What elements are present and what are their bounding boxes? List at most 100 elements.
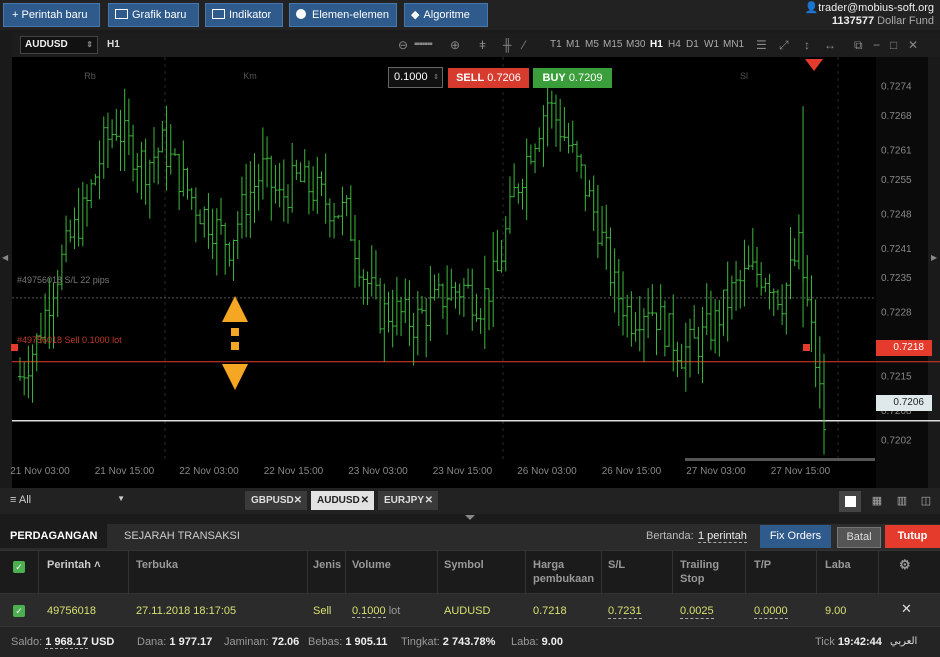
popout-icon[interactable]: ⧉	[854, 33, 863, 57]
new-chart-button[interactable]: Grafik baru	[108, 3, 199, 27]
diagonal-arrow-icon[interactable]: ⤢	[779, 33, 789, 57]
tab-history[interactable]: SEJARAH TRANSAKSI	[114, 524, 250, 548]
table-row[interactable]: ✓ 49756018 27.11.2018 18:17:05 Sell 0.10…	[0, 596, 940, 626]
candle-chart-icon[interactable]: ╫	[503, 33, 512, 57]
x-tick-label: 22 Nov 03:00	[179, 466, 239, 477]
tf-W1[interactable]: W1	[704, 33, 719, 57]
cell-volume-value[interactable]: 0.1000	[352, 605, 386, 618]
splitter-handle[interactable]	[465, 515, 475, 520]
price-chart[interactable]: 0.7274 0.7268 0.7261 0.7255 0.7248 0.7241 0.72…	[0, 57, 940, 488]
order-line-marker[interactable]	[803, 344, 810, 351]
language-selector[interactable]: العربي	[890, 635, 917, 649]
symbol-tab-audusd[interactable]: AUDUSD ✕	[311, 491, 374, 510]
close-icon[interactable]: ✕	[425, 491, 433, 510]
horizontal-arrows-icon[interactable]: ↔	[824, 33, 836, 57]
tf-H1[interactable]: H1	[650, 33, 663, 57]
saldo-value[interactable]: 1 968.17	[45, 636, 89, 649]
col-opened[interactable]: Terbuka	[136, 558, 178, 572]
tf-D1[interactable]: D1	[686, 33, 699, 57]
symbol-tab-eurjpy[interactable]: EURJPY ✕	[378, 491, 438, 510]
x-tick-label: 26 Nov 15:00	[602, 466, 662, 477]
chart-area[interactable]: ◀ ▶ AUDUSD ⇕ H1 ⊖ ▪▪▪▪▪▪▪ ⊕ ǂ ╫ ⁄ T1 M1 M…	[0, 33, 940, 488]
indicator-icon	[212, 9, 225, 19]
zoom-out-icon[interactable]: ⊖	[398, 33, 408, 57]
col-volume[interactable]: Volume	[352, 558, 391, 572]
close-icon[interactable]: ✕	[361, 491, 369, 510]
col-profit[interactable]: Laba	[825, 558, 851, 572]
drag-arrows-icon[interactable]	[221, 296, 249, 392]
close-chart-icon[interactable]: ✕	[908, 33, 918, 57]
new-order-button[interactable]: + Perintah baru	[3, 3, 100, 27]
layout-rows-icon[interactable]: ◫	[915, 491, 937, 512]
tingkat-label: Tingkat:	[401, 636, 440, 648]
tab-trading[interactable]: PERDAGANGAN	[0, 524, 108, 548]
col-trailing[interactable]: Trailing Stop	[680, 558, 735, 586]
vertical-arrows-icon[interactable]: ↕	[804, 33, 810, 57]
symbol-tab-gbpusd[interactable]: GBPUSD ✕	[245, 491, 307, 510]
x-tick-label: 26 Nov 03:00	[517, 466, 577, 477]
sell-button[interactable]: SELL 0.7206	[448, 68, 529, 88]
col-sl[interactable]: S/L	[608, 558, 625, 572]
close-icon[interactable]: ✕	[294, 491, 302, 510]
chart-icon	[115, 9, 128, 19]
select-all-checkbox[interactable]: ✓	[13, 561, 25, 573]
cell-trailing[interactable]: 0.0025	[680, 604, 714, 619]
zoom-slider[interactable]: ▪▪▪▪▪▪▪	[414, 33, 433, 57]
cell-sl[interactable]: 0.7231	[608, 604, 642, 619]
marked-label: Bertanda:	[646, 530, 694, 542]
scroll-marker-icon[interactable]	[805, 59, 823, 71]
close-button[interactable]: Tutup	[885, 525, 940, 548]
orders-panel: PERDAGANGAN SEJARAH TRANSAKSI Bertanda: …	[0, 524, 940, 626]
settings-gear-icon[interactable]: ⚙	[899, 558, 911, 572]
maximize-icon[interactable]: □	[890, 33, 897, 57]
tf-M5[interactable]: M5	[585, 33, 599, 57]
day-label: Km	[243, 71, 257, 81]
tf-M30[interactable]: M30	[626, 33, 645, 57]
tf-H4[interactable]: H4	[668, 33, 681, 57]
zoom-in-icon[interactable]: ⊕	[450, 33, 460, 57]
marked-value[interactable]: 1 perintah	[698, 530, 747, 543]
col-order[interactable]: Perintah ˄	[47, 558, 101, 572]
cell-tp[interactable]: 0.0000	[754, 604, 788, 619]
close-order-icon[interactable]: ✕	[901, 602, 912, 616]
symbol-selector[interactable]: AUDUSD ⇕	[20, 36, 98, 54]
order-price-tag: 0.7218	[876, 340, 932, 356]
tf-M15[interactable]: M15	[603, 33, 622, 57]
menu-icon[interactable]: ☰	[756, 33, 767, 57]
account-info[interactable]: 👤trader@mobius-soft.org 1137577 Dollar F…	[805, 2, 934, 28]
tf-T1[interactable]: T1	[550, 33, 562, 57]
cell-volume[interactable]: 0.1000 lot	[352, 604, 400, 618]
minimize-icon[interactable]: −	[873, 33, 880, 57]
line-chart-icon[interactable]: ⁄	[523, 33, 525, 57]
layout-single-icon[interactable]	[839, 491, 861, 512]
diamond-icon: ◆	[411, 9, 420, 21]
order-handle[interactable]	[11, 344, 18, 351]
layout-grid-icon[interactable]: ▦	[866, 491, 888, 512]
tf-M1[interactable]: M1	[566, 33, 580, 57]
tf-MN1[interactable]: MN1	[723, 33, 744, 57]
col-open-price[interactable]: Harga pembukaan	[533, 558, 598, 586]
jaminan-value: 72.06	[271, 636, 300, 648]
all-symbols-dropdown[interactable]: ≡ All ▼	[10, 494, 125, 506]
algorithms-button[interactable]: ◆ Algoritme	[404, 3, 488, 27]
x-tick-label: 23 Nov 03:00	[348, 466, 408, 477]
fix-orders-button[interactable]: Fix Orders	[760, 525, 831, 548]
col-symbol[interactable]: Symbol	[444, 558, 484, 572]
indicators-button[interactable]: Indikator	[205, 3, 283, 27]
x-tick-label: 23 Nov 15:00	[433, 466, 493, 477]
row-checkbox[interactable]: ✓	[13, 605, 25, 617]
col-type[interactable]: Jenis	[313, 558, 341, 572]
y-tick-label: 0.7235	[881, 273, 912, 284]
layout-columns-icon[interactable]: ▥	[891, 491, 913, 512]
tingkat-value: 2 743.78%	[442, 636, 496, 648]
bebas-label: Bebas:	[308, 636, 343, 648]
elements-label: Elemen-elemen	[312, 9, 390, 21]
volume-input[interactable]: 0.1000 ⇕	[388, 67, 443, 88]
symbol-tab-label: AUDUSD	[317, 495, 360, 506]
elements-button[interactable]: Elemen-elemen	[289, 3, 397, 27]
cancel-button[interactable]: Batal	[837, 527, 881, 548]
chart-scrollbar[interactable]	[685, 458, 875, 461]
col-tp[interactable]: T/P	[754, 558, 771, 572]
buy-button[interactable]: BUY 0.7209	[533, 68, 612, 88]
bar-chart-icon[interactable]: ǂ	[479, 33, 486, 57]
